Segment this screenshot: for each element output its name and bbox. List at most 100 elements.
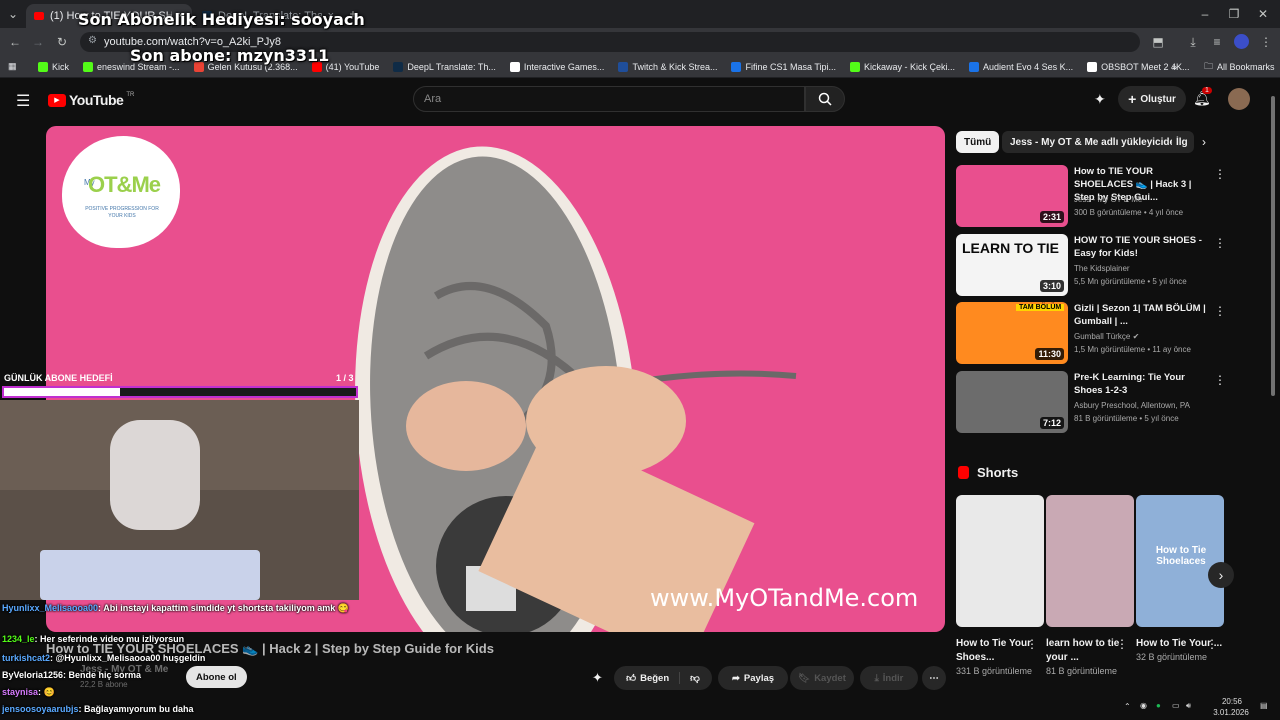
site-info-icon[interactable]: ⚙ <box>88 35 97 46</box>
video-title[interactable]: HOW TO TIE YOUR SHOES - Easy for Kids! <box>1074 234 1208 260</box>
search-button[interactable] <box>805 86 845 112</box>
chat-message: Hyunlixx_Melisaooa00: Abi instayi kapatt… <box>2 603 349 614</box>
channel-name[interactable]: Gumball Türkçe ✔ <box>1074 332 1139 341</box>
short-thumbnail[interactable] <box>1046 495 1134 627</box>
youtube-logo[interactable]: ▶ YouTube TR <box>48 92 134 108</box>
spotify-icon[interactable]: ● <box>1156 701 1161 710</box>
bookmark-item[interactable]: Kick <box>38 61 69 72</box>
discord-icon[interactable]: ◉ <box>1140 701 1147 710</box>
shorts-next-button[interactable]: › <box>1208 562 1234 588</box>
short-thumbnail[interactable] <box>956 495 1044 627</box>
scrollbar-thumb[interactable] <box>1271 96 1275 396</box>
shorts-title: Shorts <box>977 465 1019 480</box>
more-options-icon[interactable]: ⋮ <box>1214 304 1226 318</box>
restore-icon[interactable]: ❐ <box>1225 5 1243 23</box>
media-icon[interactable]: ≡ <box>1208 33 1226 51</box>
chips-next-icon[interactable]: › <box>1202 135 1206 149</box>
folder-icon: 🗀 <box>1204 60 1214 71</box>
more-options-icon[interactable]: ⋮ <box>1116 637 1128 651</box>
download-button[interactable]: ⤓ İndir <box>860 666 918 690</box>
bookmark-item[interactable]: Kickaway - Kick Çeki... <box>850 61 955 72</box>
profile-avatar[interactable] <box>1234 34 1249 49</box>
bookmark-label: Twitch & Kick Strea... <box>632 61 718 72</box>
tray-expand-icon[interactable]: ⌃ <box>1124 702 1131 711</box>
channel-name[interactable]: Jess - My OT & Me <box>1074 195 1142 204</box>
webcam-shoe <box>110 420 200 530</box>
chat-user[interactable]: jensoosoyaarubjs <box>2 704 79 714</box>
more-options-icon[interactable]: ⋮ <box>1026 637 1038 651</box>
more-actions-button[interactable]: ⋯ <box>922 666 946 690</box>
like-button[interactable]: 👍︎ Beğen <box>626 672 681 684</box>
chat-user[interactable]: Hyunlixx_Melisaooa00 <box>2 603 98 613</box>
chat-user[interactable]: 1234_le <box>2 634 35 644</box>
video-thumbnail[interactable]: TAM BÖLÜM 11:30 <box>956 302 1068 364</box>
recommended-video[interactable]: LEARN TO TIE 3:10 HOW TO TIE YOUR SHOES - … <box>956 234 1226 296</box>
short-thumbnail[interactable]: How to Tie Shoelaces <box>1136 495 1224 627</box>
recommended-video[interactable]: 7:12 Pre-K Learning: Tie Your Shoes 1-2-3… <box>956 371 1226 433</box>
channel-name[interactable]: Asbury Preschool, Allentown, PA <box>1074 401 1190 410</box>
chip-all[interactable]: Tümü <box>956 131 1000 153</box>
page-scrollbar[interactable] <box>1271 92 1277 682</box>
bookmark-favicon-icon <box>509 61 520 72</box>
bookmark-item[interactable]: DeepL Translate: Th... <box>393 61 496 72</box>
bookmark-item[interactable]: Interactive Games... <box>509 61 604 72</box>
network-icon[interactable]: ▭ <box>1172 701 1180 710</box>
more-options-icon[interactable]: ⋮ <box>1214 167 1226 181</box>
chat-user[interactable]: staynisa <box>2 687 38 697</box>
video-title[interactable]: Pre-K Learning: Tie Your Shoes 1-2-3 <box>1074 371 1208 397</box>
video-title[interactable]: Gizli | Sezon 1| TAM BÖLÜM | Gumball | .… <box>1074 302 1208 328</box>
more-options-icon[interactable]: ⋮ <box>1214 373 1226 387</box>
channel-name[interactable]: The Kidsplainer <box>1074 264 1130 273</box>
minimize-icon[interactable]: – <box>1196 5 1214 23</box>
chat-text: : Bağlayamıyorum bu daha <box>78 704 194 714</box>
clock-date[interactable]: 3.01.2026 <box>1206 708 1256 717</box>
sparkle-ask-icon[interactable]: ✦ <box>592 670 603 686</box>
thumbnail-text: LEARN TO TIE <box>962 240 1059 256</box>
extensions-icon[interactable]: ⬒ <box>1149 33 1167 51</box>
search-input[interactable]: Ara <box>413 86 805 112</box>
create-button[interactable]: + Oluştur <box>1118 86 1186 112</box>
chat-message: 1234_le: Her seferinde video mu izliyors… <box>2 634 184 644</box>
chat-user[interactable]: ByVeloria1256 <box>2 670 63 680</box>
more-menu-icon[interactable]: ⋮ <box>1257 33 1275 51</box>
video-thumbnail[interactable]: 2:31 <box>956 165 1068 227</box>
thumb-down-icon: 👎︎ <box>690 673 700 684</box>
clock-time[interactable]: 20:56 <box>1212 697 1252 706</box>
save-button[interactable]: 🔖︎ Kaydet <box>790 666 854 690</box>
forward-icon[interactable]: → <box>29 33 47 51</box>
user-avatar[interactable] <box>1228 88 1250 110</box>
chat-user[interactable]: turkishcat2 <box>2 653 50 663</box>
more-options-icon[interactable]: ⋮ <box>1214 236 1226 250</box>
video-meta: 81 B görüntüleme • 5 yıl önce <box>1074 414 1179 423</box>
close-window-icon[interactable]: ✕ <box>1254 5 1272 23</box>
bookmark-item[interactable]: Audient Evo 4 Ses K... <box>969 61 1073 72</box>
bookmarks-overflow-icon[interactable]: » <box>1172 62 1177 72</box>
volume-icon[interactable]: 🔊︎ <box>1186 701 1191 711</box>
webcam-keyboard <box>40 550 260 600</box>
recommended-video[interactable]: 2:31 How to TIE YOUR SHOELACES 👟 | Hack 3… <box>956 165 1226 227</box>
tab-search-icon[interactable]: ⌄ <box>4 5 22 23</box>
reload-icon[interactable]: ↻ <box>53 33 71 51</box>
bookmark-item[interactable]: Fifine CS1 Masa Tipi... <box>731 61 836 72</box>
short-item[interactable]: learn how to tie your ... 81 B görüntülem… <box>1046 495 1134 678</box>
subscribe-button[interactable]: Abone ol <box>186 666 247 688</box>
chip-related[interactable]: İlg <box>1172 131 1194 153</box>
bookmark-item[interactable]: Twitch & Kick Strea... <box>618 61 718 72</box>
share-button[interactable]: ➦ Paylaş <box>718 666 788 690</box>
all-bookmarks[interactable]: 🗀 All Bookmarks <box>1204 59 1275 75</box>
short-item[interactable]: How to Tie Your Shoes... 331 B görüntülem… <box>956 495 1044 678</box>
logo-subtitle: POSITIVE PROGRESSION FOR YOUR KIDS <box>85 206 159 219</box>
apps-icon[interactable]: ▦ <box>8 61 17 72</box>
studio-icon[interactable]: ✦ <box>1094 91 1106 108</box>
recommended-video[interactable]: TAM BÖLÜM 11:30 Gizli | Sezon 1| TAM BÖLÜM… <box>956 302 1226 364</box>
bookmark-icon: 🔖︎ <box>798 672 811 684</box>
dislike-button[interactable]: 👎︎ <box>684 672 700 684</box>
video-thumbnail[interactable]: LEARN TO TIE 3:10 <box>956 234 1068 296</box>
more-options-icon[interactable]: ⋮ <box>1206 637 1218 651</box>
download-icon[interactable]: ⤓ <box>1184 33 1202 51</box>
chip-uploader[interactable]: Jess - My OT & Me adlı yükleyiciden <box>1002 131 1190 153</box>
back-icon[interactable]: ← <box>6 33 24 51</box>
notification-center-icon[interactable]: ▤ <box>1260 701 1268 710</box>
video-thumbnail[interactable]: 7:12 <box>956 371 1068 433</box>
hamburger-menu-icon[interactable]: ☰ <box>16 91 30 111</box>
